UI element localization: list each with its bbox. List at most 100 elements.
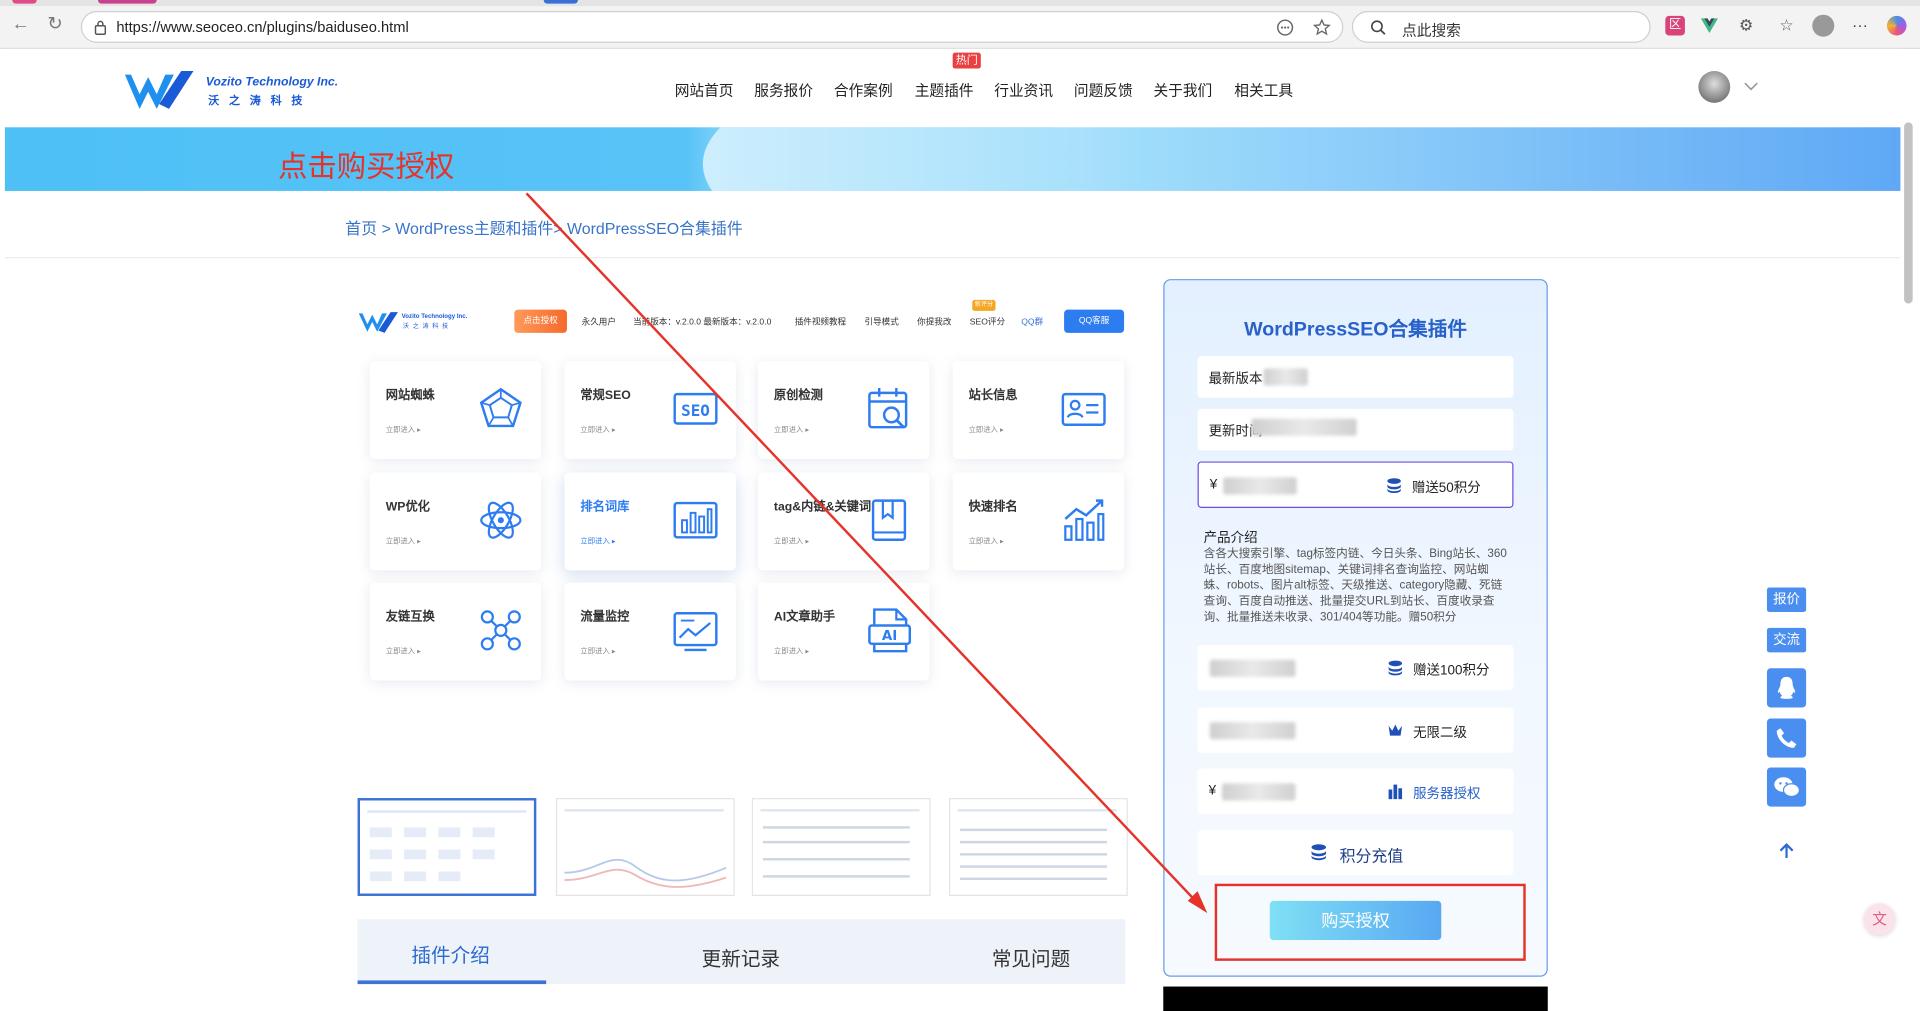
card-enter-link[interactable]: 立即进入 ▸ [969,424,1004,434]
back-to-top-icon[interactable] [1778,842,1795,859]
nav-themes-plugins[interactable]: 主题插件 [915,80,974,101]
calendar-search-icon [868,388,908,429]
feature-card[interactable]: 常规SEO 立即进入 ▸ SEO [564,361,736,459]
gallery-thumbnail-1[interactable] [357,798,537,896]
more-menu-icon[interactable]: ··· [1850,16,1870,36]
card-enter-link[interactable]: 立即进入 ▸ [774,535,809,546]
wechat-icon [1774,777,1801,798]
card-enter-link[interactable]: 立即进入 ▸ [774,645,809,656]
card-title: 网站蜘蛛 [385,389,435,403]
float-wechat-button[interactable] [1766,767,1807,807]
feature-card[interactable]: WP优化 立即进入 ▸ [369,472,542,571]
logo-english[interactable]: Vozito Technology Inc. [206,76,338,89]
crown-icon [1388,724,1403,736]
active-tab-underline [357,980,547,985]
extensions-puzzle-icon[interactable]: ⚙ [1736,16,1756,36]
card-title: 站长信息 [968,389,1018,403]
nav-home[interactable]: 网站首页 [675,80,734,101]
feature-card[interactable]: 快速排名 立即进入 ▸ [952,472,1125,571]
screenshot-root: ← ↻ https://www.seoceo.cn/plugins/baidus… [0,0,1920,1011]
monitor-chart-icon [673,612,718,652]
card-enter-link[interactable]: 立即进入 ▸ [386,535,421,546]
favorite-star-icon[interactable] [1312,18,1331,36]
favorites-icon[interactable]: ☆ [1777,16,1797,36]
price-sign: ¥ [1208,783,1217,799]
nav-cases[interactable]: 合作案例 [834,80,893,101]
site-logo-icon[interactable] [122,67,198,114]
points-recharge-button[interactable]: 积分充值 [1197,829,1514,876]
nav-tools[interactable]: 相关工具 [1234,80,1293,101]
tab-indicator[interactable] [543,0,578,4]
tab-plugin-intro[interactable]: 插件介绍 [411,939,489,968]
browser-search-box[interactable]: 点此搜索 [1351,11,1651,43]
feature-card[interactable]: AI文章助手 立即进入 ▸ AI [757,582,930,681]
preview-wish-link[interactable]: 你提我改 [917,316,951,328]
card-enter-link[interactable]: 立即进入 ▸ [969,535,1004,546]
back-icon[interactable]: ← [10,13,32,35]
card-enter-link[interactable]: 立即进入 ▸ [580,535,615,546]
price-option-basic[interactable]: ¥ 赠送50积分 [1197,461,1514,508]
preview-score-link[interactable]: SEO评分 [970,316,1005,328]
feature-card[interactable]: tag&内链&关键词 立即进入 ▸ [757,472,930,571]
hot-badge: 热门 [952,52,981,69]
preview-video-link[interactable]: 插件视频教程 [795,316,846,328]
svg-text:AI: AI [882,629,897,644]
user-avatar[interactable] [1698,70,1731,103]
card-title: AI文章助手 [773,610,836,625]
feature-card[interactable]: 友链互换 立即进入 ▸ [369,582,542,681]
float-chat-button[interactable]: 交流 [1766,627,1807,653]
card-title: tag&内链&关键词 [773,500,872,515]
logo-chinese[interactable]: 沃之涛科技 [208,92,312,108]
card-title: 原创检测 [773,389,823,403]
card-enter-link[interactable]: 立即进入 ▸ [386,424,421,434]
annotation-text: 点击购买授权 [277,150,455,184]
address-bar[interactable]: https://www.seoceo.cn/plugins/baiduseo.h… [80,11,1344,43]
preview-qq-group[interactable]: QQ群 [1021,316,1043,328]
gallery-thumbnail-2[interactable] [555,798,735,896]
gallery-thumbnail-4[interactable] [948,798,1128,896]
extension-vue-icon[interactable] [1700,16,1720,36]
score-badge: 新评分 [972,299,996,311]
feature-card[interactable]: 站长信息 立即进入 ▸ [952,361,1125,459]
price-option-unlimited[interactable]: 无限二级 [1197,707,1514,753]
page-info-icon[interactable] [93,20,108,36]
preview-guide-link[interactable]: 引导模式 [864,316,898,328]
gallery-thumbnail-3[interactable] [751,798,931,896]
nav-pricing[interactable]: 服务报价 [754,80,813,101]
nav-about[interactable]: 关于我们 [1153,80,1212,101]
card-enter-link[interactable]: 立即进入 ▸ [774,424,809,434]
breadcrumb[interactable]: 首页 > WordPress主题和插件> WordPressSEO合集插件 [345,215,742,238]
nav-news[interactable]: 行业资讯 [994,80,1053,101]
extension-translate-icon[interactable]: 区 [1665,15,1685,36]
copilot-icon[interactable] [1886,15,1907,36]
tab-strip[interactable] [0,0,1920,7]
tab-indicator[interactable] [12,0,37,4]
translate-float-icon[interactable]: 文 [1863,903,1896,936]
feature-card[interactable]: 流量监控 立即进入 ▸ [564,582,736,681]
reload-icon[interactable]: ↻ [44,13,66,35]
gift-100-points: 赠送100积分 [1413,663,1490,679]
tab-indicator[interactable] [97,0,157,4]
card-enter-link[interactable]: 立即进入 ▸ [580,645,615,656]
reader-icon[interactable] [1276,18,1294,36]
float-quote-button[interactable]: 报价 [1766,587,1807,612]
card-enter-link[interactable]: 立即进入 ▸ [386,645,421,656]
feature-card[interactable]: 原创检测 立即进入 ▸ [757,361,930,459]
preview-qq-service-button[interactable]: QQ客服 [1064,309,1125,333]
price-option-100[interactable]: 赠送100积分 [1197,645,1514,691]
price-option-server[interactable]: ¥ 服务器授权 [1197,768,1514,814]
tab-changelog[interactable]: 更新记录 [702,942,780,971]
card-enter-link[interactable]: 立即进入 ▸ [580,424,615,434]
tab-faq[interactable]: 常见问题 [992,942,1070,971]
float-qq-button[interactable] [1766,668,1807,708]
url-text[interactable]: https://www.seoceo.cn/plugins/baiduseo.h… [116,18,408,35]
float-phone-button[interactable] [1766,718,1807,758]
nav-feedback[interactable]: 问题反馈 [1074,80,1133,101]
page-scrollbar[interactable] [1904,122,1913,304]
feature-card[interactable]: 网站蜘蛛 立即进入 ▸ [369,361,542,459]
profile-avatar-icon[interactable] [1812,14,1835,37]
intro-heading: 产品介绍 [1203,531,1258,546]
chevron-down-icon[interactable] [1744,82,1759,92]
feature-card-active[interactable]: 排名词库 立即进入 ▸ [564,472,736,571]
preview-auth-button[interactable]: 点击授权 [514,309,567,333]
